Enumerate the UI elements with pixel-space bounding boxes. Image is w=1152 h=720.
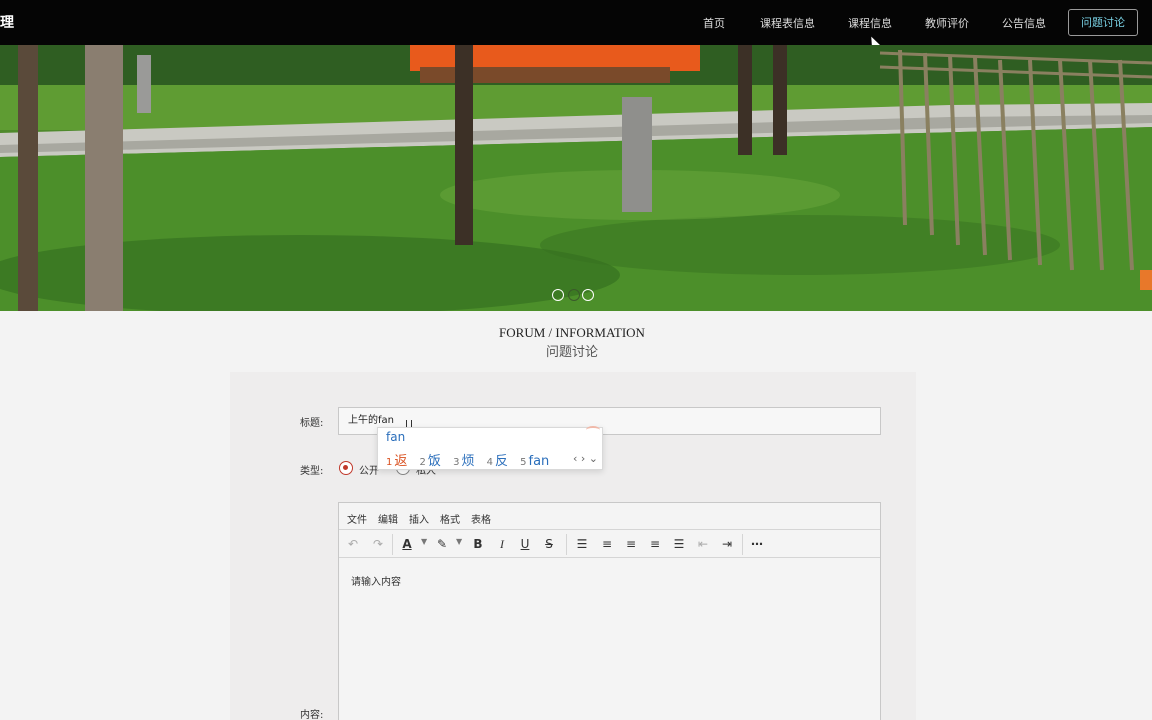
top-navbar: 理 首页 课程表信息 课程信息 教师评价 公告信息 问题讨论 [0, 0, 1152, 45]
toolbar-divider [392, 534, 393, 555]
menu-table[interactable]: 表格 [471, 511, 491, 526]
toolbar-divider [566, 534, 567, 555]
underline-icon[interactable]: U [516, 536, 534, 553]
align-center-icon[interactable]: ≡ [622, 536, 640, 553]
chevron-down-icon[interactable]: ▼ [456, 537, 462, 546]
ime-logo-icon [586, 426, 600, 434]
align-left-icon[interactable]: ≡ [598, 536, 616, 553]
indent-icon[interactable]: ⇥ [718, 536, 736, 553]
menu-insert[interactable]: 插入 [409, 511, 429, 526]
outdent-icon[interactable]: ⇤ [694, 536, 712, 553]
carousel-indicators [550, 289, 600, 303]
section-title-en: FORUM / INFORMATION [499, 325, 645, 340]
strikethrough-icon[interactable]: S [540, 536, 558, 553]
ime-candidate[interactable]: 3烦 [453, 454, 474, 469]
redo-icon[interactable]: ↷ [369, 536, 387, 553]
menu-edit[interactable]: 编辑 [378, 511, 398, 526]
section-title-cn: 问题讨论 [545, 345, 598, 360]
nav-forum-button[interactable]: 问题讨论 [1068, 9, 1138, 36]
banner-carousel[interactable] [0, 45, 1152, 311]
align-right-icon[interactable]: ≡ [646, 536, 664, 553]
menu-file[interactable]: 文件 [347, 511, 367, 526]
menu-format[interactable]: 格式 [440, 511, 460, 526]
type-label: 类型: [300, 466, 324, 477]
ime-candidate[interactable]: 1返 [386, 454, 407, 469]
ime-candidate[interactable]: 5 fan [520, 454, 549, 469]
title-label: 标题: [300, 418, 324, 429]
brand-logo-text: 理 [0, 15, 14, 31]
ime-candidate[interactable]: 2饭 [420, 454, 441, 469]
banner-image [0, 45, 1152, 311]
editor-toolbar: ↶ ↷ A ▼ ✎ ▼ B I U S ☰ ≡ ≡ ≡ ☰ ⇤ ⇥ ⋯ [339, 531, 880, 558]
nav-courses[interactable]: 课程信息 [848, 15, 892, 31]
align-justify-icon[interactable]: ☰ [670, 536, 688, 553]
content-label: 内容: [300, 710, 324, 720]
bold-icon[interactable]: B [469, 536, 487, 553]
toolbar-divider [742, 534, 743, 555]
rich-text-editor: 文件 编辑 插入 格式 表格 ↶ ↷ A ▼ ✎ ▼ B I U S ☰ ≡ ≡… [338, 502, 881, 720]
text-color-icon[interactable]: A [398, 536, 416, 553]
ime-page-nav[interactable]: ‹ › ⌄ [573, 452, 598, 465]
nav-teacher-review[interactable]: 教师评价 [925, 15, 969, 31]
carousel-dot-3[interactable] [582, 289, 594, 301]
line-height-icon[interactable]: ☰ [573, 536, 591, 553]
editor-content-area[interactable]: 请输入内容 [351, 573, 401, 588]
radio-public[interactable] [339, 461, 353, 475]
editor-menubar: 文件 编辑 插入 格式 表格 [339, 503, 880, 530]
ime-pinyin: fan [386, 430, 406, 444]
radio-public-label: 公开 [359, 466, 379, 477]
chevron-down-icon[interactable]: ▼ [421, 537, 427, 546]
ime-candidate[interactable]: 4反 [487, 454, 508, 469]
undo-icon[interactable]: ↶ [344, 536, 362, 553]
carousel-dot-1[interactable] [552, 289, 564, 301]
more-icon[interactable]: ⋯ [748, 536, 766, 553]
ime-candidates: 1返 2饭 3烦 4反 5 fan [386, 450, 557, 469]
italic-icon[interactable]: I [493, 536, 511, 553]
nav-announcements[interactable]: 公告信息 [1002, 15, 1046, 31]
highlight-color-icon[interactable]: ✎ [433, 536, 451, 553]
ime-candidate-box: fan 1返 2饭 3烦 4反 5 fan ‹ › ⌄ [377, 426, 603, 470]
nav-home[interactable]: 首页 [703, 15, 725, 31]
carousel-dot-2[interactable] [568, 289, 580, 301]
nav-schedule[interactable]: 课程表信息 [760, 15, 815, 31]
